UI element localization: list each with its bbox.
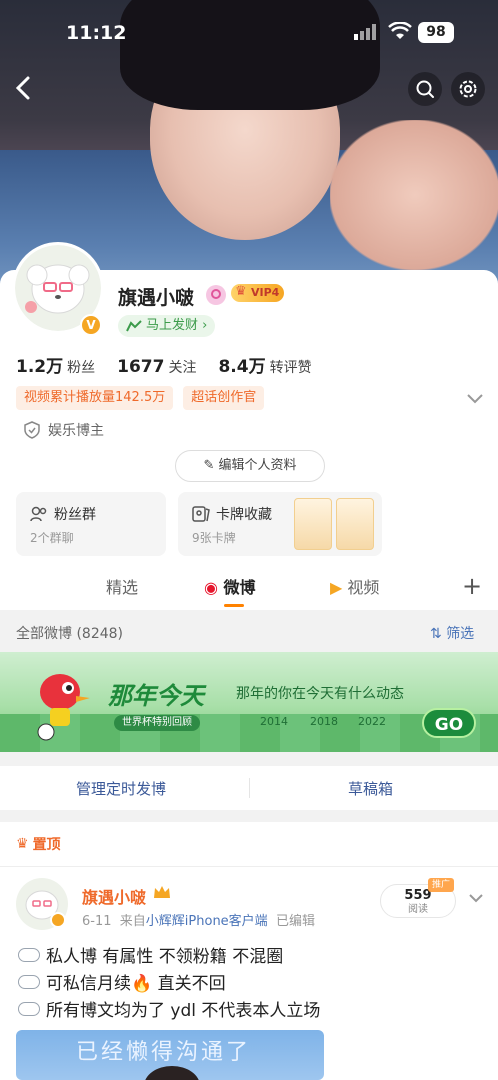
gender-icon — [206, 285, 226, 305]
card-thumbnail — [336, 498, 374, 550]
stat-fans[interactable]: 1.2万 粉丝 — [16, 352, 95, 377]
edit-profile-button[interactable]: ✎ 编辑个人资料 — [175, 450, 325, 482]
pencil-icon: ✎ — [203, 458, 215, 473]
chevron-down-icon — [467, 394, 483, 404]
settings-button[interactable] — [451, 72, 485, 106]
tag-video-plays[interactable]: 视频累计播放量142.5万 — [16, 386, 174, 410]
gear-icon — [459, 80, 477, 98]
shield-icon — [24, 421, 40, 439]
cloud-icon — [18, 974, 40, 989]
crown-icon: ♛ — [16, 836, 29, 852]
verified-badge-icon — [50, 912, 66, 928]
pinned-label: ♛ 置顶 — [16, 836, 61, 853]
battery-indicator: 98 — [418, 22, 454, 43]
wifi-icon — [388, 21, 412, 44]
cloud-icon — [18, 947, 40, 962]
cloud-icon — [18, 1001, 40, 1016]
filter-button[interactable]: ⇅ 筛选 — [430, 623, 474, 643]
filter-icon: ⇅ — [430, 626, 442, 642]
video-icon: ▶ — [330, 578, 343, 597]
verified-badge-icon: V — [80, 314, 102, 336]
card-icon — [192, 506, 210, 522]
signal-icon — [354, 24, 380, 44]
all-weibo-count: 全部微博 (8248) — [16, 626, 124, 642]
blogger-type: 娱乐博主 — [24, 420, 104, 440]
tab-weibo[interactable]: ◉ 微博 — [204, 574, 256, 598]
slogan-badge[interactable]: 马上发财 › — [118, 315, 216, 337]
search-button[interactable] — [408, 72, 442, 106]
slogan-text: 马上发财 — [146, 318, 199, 333]
back-button[interactable] — [8, 72, 40, 104]
chevron-left-icon — [15, 76, 30, 100]
group-icon — [30, 506, 47, 522]
card-thumbnail — [294, 498, 332, 550]
status-bar: 11:12 98 — [0, 0, 498, 64]
go-button[interactable]: GO — [422, 708, 476, 738]
horse-icon — [126, 320, 142, 332]
promote-badge[interactable]: 推广 — [428, 878, 455, 892]
post-actions-bar: 管理定时发博 草稿箱 — [0, 766, 498, 810]
chevron-down-icon — [469, 894, 483, 903]
expand-button[interactable] — [466, 389, 484, 408]
stat-following[interactable]: 1677 关注 — [117, 357, 196, 377]
weibo-icon: ◉ — [204, 578, 218, 597]
all-weibo-bar: 全部微博 (8248) ⇅ 筛选 — [0, 612, 498, 652]
banner-timeline: 2014 2018 2022 — [260, 715, 386, 728]
profile-name: 旗遇小啵 — [118, 287, 195, 309]
post-line: 所有博文均为了 ydl 不代表本人立场 — [18, 996, 320, 1021]
post-line: 可私信月续🔥 直关不回 — [18, 969, 226, 994]
post-line: 私人博 有属性 不领粉籍 不混圈 — [18, 942, 283, 967]
status-time: 11:12 — [66, 22, 127, 44]
vip-badge[interactable]: VIP4 — [231, 283, 285, 302]
post-image[interactable]: 已经懒得沟通了 — [16, 1030, 324, 1080]
drafts-button[interactable]: 草稿箱 — [348, 778, 393, 799]
post-menu-button[interactable] — [468, 888, 484, 907]
fan-group-box[interactable]: 粉丝群 2个群聊 — [16, 492, 166, 556]
tab-video[interactable]: ▶ 视频 — [330, 574, 379, 598]
stat-reposts[interactable]: 8.4万 转评赞 — [218, 352, 311, 377]
profile-tags: 视频累计播放量142.5万 超话创作官 — [16, 386, 265, 410]
post-meta: 6-11 来自小辉辉iPhone客户端 已编辑 — [82, 914, 315, 929]
banner-subtitle: 那年的你在今天有什么动态 — [236, 686, 404, 702]
profile-tabs: 精选 ◉ 微博 ▶ 视频 + — [0, 566, 498, 610]
mascot-icon — [37, 674, 90, 741]
scheduled-posts-button[interactable]: 管理定时发博 — [76, 778, 166, 799]
crown-badge-icon — [152, 884, 172, 902]
banner-pill: 世界杯特别回顾 — [114, 715, 200, 731]
banner-title: 那年今天 — [108, 682, 204, 710]
search-icon — [416, 80, 434, 98]
pinned-post[interactable]: ♛ 置顶 旗遇小啵 6-11 来自小辉辉iPhone客户端 已编辑 559 阅读… — [0, 822, 498, 1080]
tab-featured[interactable]: 精选 — [106, 574, 138, 598]
add-tab-button[interactable]: + — [462, 574, 482, 598]
tag-supertopic[interactable]: 超话创作官 — [183, 386, 265, 410]
chevron-right-icon: › — [202, 318, 208, 333]
post-source[interactable]: 小辉辉iPhone客户端 — [146, 914, 268, 929]
profile-stats: 1.2万 粉丝 1677 关注 8.4万 转评赞 — [16, 352, 312, 377]
active-tab-indicator — [224, 604, 244, 607]
card-collection-box[interactable]: 卡牌收藏 9张卡牌 — [178, 492, 382, 556]
on-this-day-banner[interactable]: 那年今天 那年的你在今天有什么动态 世界杯特别回顾 2014 2018 2022… — [0, 652, 498, 752]
post-author[interactable]: 旗遇小啵 — [82, 884, 146, 908]
